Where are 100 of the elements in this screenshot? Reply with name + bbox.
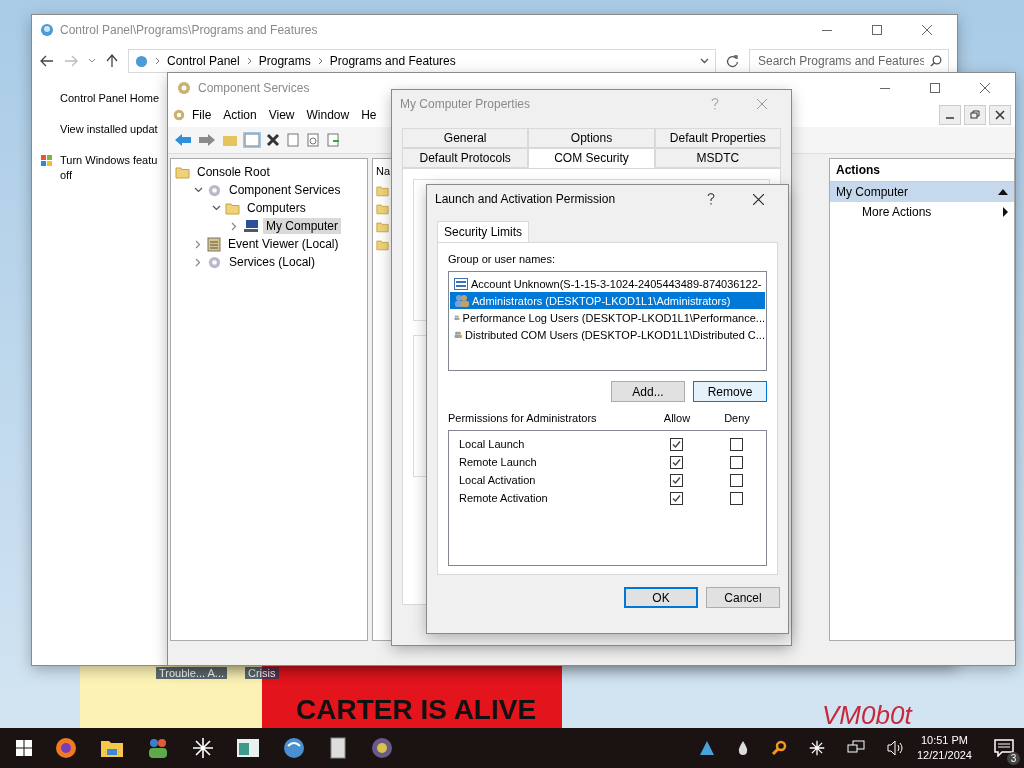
- asterisk-icon[interactable]: [808, 740, 825, 756]
- gear-icon: [207, 254, 222, 270]
- dialog-button[interactable]: OK: [624, 587, 698, 608]
- back-icon[interactable]: [40, 55, 54, 67]
- column-header[interactable]: Na: [376, 165, 394, 177]
- user-list-item[interactable]: Distributed COM Users (DESKTOP-LKOD1L1\Distributed C...: [450, 326, 765, 343]
- network-icon[interactable]: [846, 740, 865, 756]
- tab[interactable]: Options: [528, 128, 655, 148]
- up-icon[interactable]: [106, 54, 118, 68]
- window-title: Control Panel\Programs\Programs and Features: [60, 23, 318, 37]
- refresh-icon[interactable]: [726, 54, 739, 68]
- tab[interactable]: Default Protocols: [402, 148, 529, 168]
- tab[interactable]: Security Limits: [437, 221, 530, 242]
- windows-start-icon[interactable]: [16, 740, 32, 756]
- droplet-icon[interactable]: [736, 740, 749, 756]
- desktop-icon-label[interactable]: Crisis: [245, 667, 279, 679]
- dropdown-icon[interactable]: [88, 58, 96, 64]
- minimize-icon[interactable]: [939, 105, 961, 125]
- clock-date: 12/21/2024: [916, 748, 972, 763]
- expander-icon[interactable]: [195, 257, 201, 267]
- close-icon[interactable]: [980, 83, 990, 93]
- tab[interactable]: Default Properties: [654, 128, 781, 148]
- log-icon: [207, 236, 221, 252]
- folder-icon: [376, 239, 389, 251]
- breadcrumb-item[interactable]: Programs: [258, 54, 311, 68]
- account-icon: [454, 277, 468, 290]
- chevron-icon: [246, 57, 252, 65]
- back-arrow-icon[interactable]: [174, 133, 192, 147]
- asterisk-icon[interactable]: [192, 737, 214, 759]
- tray-app-icon[interactable]: [698, 740, 715, 756]
- folder-icon: [225, 201, 240, 215]
- user-list-item[interactable]: Administrators (DESKTOP-LKOD1L1\Administrators): [450, 292, 765, 309]
- tab[interactable]: MSDTC: [654, 148, 781, 168]
- checkbox[interactable]: [669, 491, 683, 505]
- people-icon[interactable]: [146, 736, 170, 760]
- close-icon[interactable]: [753, 193, 764, 205]
- tab[interactable]: General: [402, 128, 529, 148]
- dropdown-icon[interactable]: [700, 58, 709, 64]
- folder-icon[interactable]: [100, 738, 124, 758]
- menu-item[interactable]: Action: [217, 108, 263, 122]
- dialog-button[interactable]: Remove: [693, 381, 767, 402]
- tab[interactable]: COM Security: [528, 148, 655, 168]
- checkbox[interactable]: [669, 473, 683, 487]
- expander-icon[interactable]: [211, 205, 221, 211]
- menu-item[interactable]: View: [262, 108, 301, 122]
- expander-icon[interactable]: [195, 239, 201, 249]
- checkbox[interactable]: [729, 491, 743, 505]
- window-app-icon[interactable]: [236, 738, 260, 758]
- breadcrumb-item[interactable]: Programs and Features: [329, 54, 456, 68]
- checkbox[interactable]: [729, 455, 743, 469]
- checkbox[interactable]: [669, 437, 683, 451]
- menu-item[interactable]: He: [355, 108, 383, 122]
- user-list-item[interactable]: Performance Log Users (DESKTOP-LKOD1L1\Performance...: [450, 309, 765, 326]
- tree-item[interactable]: Event Viewer (Local): [225, 236, 342, 252]
- delete-icon[interactable]: [266, 133, 280, 147]
- help-icon[interactable]: [707, 193, 715, 205]
- sidebar-link[interactable]: Control Panel Home: [60, 91, 160, 106]
- expander-icon[interactable]: [193, 187, 203, 193]
- breadcrumb-item[interactable]: Control Panel: [167, 54, 240, 68]
- restore-icon[interactable]: [964, 105, 986, 125]
- dialog-button[interactable]: Cancel: [706, 587, 780, 608]
- tree-item[interactable]: My Computer: [263, 218, 342, 234]
- menu-item[interactable]: Window: [300, 108, 356, 122]
- tree-item[interactable]: Console Root: [194, 164, 273, 180]
- chevron-icon: [317, 57, 323, 65]
- sidebar-link[interactable]: Turn Windows featu off: [60, 153, 158, 183]
- collapse-icon[interactable]: [998, 189, 1008, 195]
- sidebar-link[interactable]: View installed updat: [60, 122, 158, 137]
- desktop-icon-label[interactable]: Trouble... A...: [156, 667, 227, 679]
- tree-item[interactable]: Computers: [244, 200, 309, 216]
- document-stack-icon[interactable]: [328, 736, 348, 760]
- maximize-icon[interactable]: [930, 83, 940, 93]
- export-icon[interactable]: [326, 133, 340, 147]
- actions-section[interactable]: My Computer: [830, 182, 1014, 202]
- tree-item[interactable]: Services (Local): [226, 254, 319, 270]
- menu-item[interactable]: File: [186, 108, 218, 122]
- search-icon: [930, 55, 942, 67]
- globe-icon[interactable]: [282, 736, 306, 760]
- permission-name: Remote Activation: [459, 492, 549, 504]
- dialog-button[interactable]: Add...: [611, 381, 685, 402]
- refresh-icon[interactable]: [306, 133, 320, 147]
- maximize-icon[interactable]: [872, 25, 882, 35]
- close-icon[interactable]: [922, 25, 932, 35]
- disc-icon[interactable]: [370, 736, 394, 760]
- control-panel-icon: [135, 54, 148, 68]
- permission-name: Remote Launch: [459, 456, 538, 468]
- checkbox[interactable]: [729, 437, 743, 451]
- wallpaper-text: CARTER IS ALIVE: [296, 694, 537, 726]
- forward-arrow-icon[interactable]: [198, 133, 216, 147]
- speaker-icon[interactable]: [886, 740, 905, 756]
- checkbox[interactable]: [729, 473, 743, 487]
- checkbox[interactable]: [669, 455, 683, 469]
- user-list-item[interactable]: Account Unknown(S-1-15-3-1024-2405443489-874036122-: [450, 275, 765, 292]
- clock[interactable]: 10:51 PM 12/21/2024: [916, 733, 972, 763]
- browser-icon[interactable]: [54, 736, 78, 760]
- magnifier-icon[interactable]: [770, 740, 787, 756]
- action-link[interactable]: More Actions: [862, 205, 932, 219]
- expander-icon[interactable]: [231, 221, 237, 231]
- permissions-label: Permissions for Administrators: [448, 412, 598, 424]
- tree-item[interactable]: Component Services: [226, 182, 344, 198]
